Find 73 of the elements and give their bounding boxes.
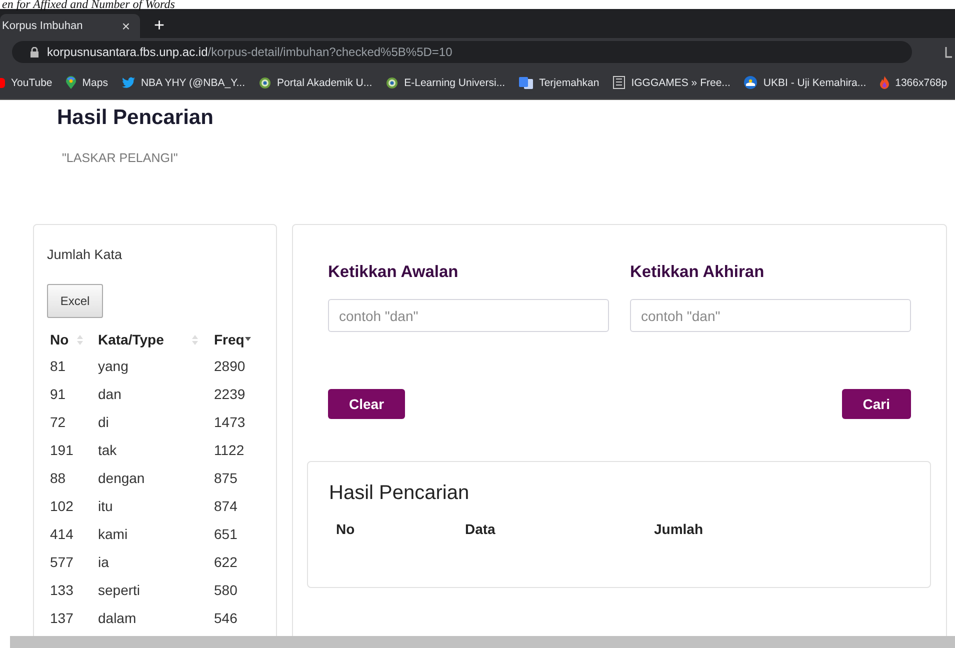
number-cell: 414 — [50, 526, 74, 542]
frequency-cell: 546 — [214, 610, 238, 626]
bookmark-link[interactable]: 1366x768p — [880, 76, 948, 89]
number-cell: 577 — [50, 554, 74, 570]
close-tab-icon[interactable]: × — [122, 18, 130, 34]
number-cell: 91 — [50, 386, 66, 402]
number-cell: 81 — [50, 358, 66, 374]
word-cell: yang — [98, 358, 128, 374]
text-field[interactable]: contoh "dan" — [328, 299, 609, 332]
results-title: Hasil Pencarian — [329, 482, 470, 505]
bookmark-link[interactable]: YouTube — [0, 76, 52, 88]
frequency-cell: 2239 — [214, 386, 246, 402]
text-field[interactable]: contoh "dan" — [630, 299, 911, 332]
bird-icon — [122, 77, 135, 88]
globe-icon — [744, 76, 758, 89]
frequency-cell: 875 — [214, 470, 238, 486]
column-header: No — [336, 521, 356, 537]
field-label: Ketikkan Awalan — [328, 263, 460, 282]
column-header: Jumlah — [654, 521, 704, 537]
word-cell: ia — [98, 554, 109, 570]
frequency-cell: 2890 — [214, 358, 246, 374]
bookmark-link[interactable]: Portal Akademik U... — [259, 76, 372, 88]
browser-tab[interactable]: Korpus Imbuhan × — [0, 14, 140, 38]
bookmark-link[interactable]: IGGGAMES » Free... — [613, 76, 730, 89]
word-cell: dan — [98, 386, 122, 402]
column-header[interactable]: No — [50, 332, 69, 348]
word-cell: dalam — [98, 610, 136, 626]
flame-icon — [880, 76, 890, 89]
word-cell: tak — [98, 442, 117, 458]
bookmark-link[interactable]: E-Learning Universi... — [386, 76, 506, 88]
word-cell: itu — [98, 498, 113, 514]
word-cell: kami — [98, 526, 128, 542]
lock-icon — [30, 46, 39, 58]
number-cell: 88 — [50, 470, 66, 486]
bookmark-link[interactable]: Terjemahkan — [519, 76, 600, 88]
play-icon — [0, 76, 5, 88]
column-header: Data — [465, 521, 496, 537]
number-cell: 72 — [50, 414, 66, 430]
frequency-cell: 1122 — [214, 442, 244, 458]
emblem-icon — [386, 76, 398, 88]
number-cell: 102 — [50, 498, 74, 514]
emblem-icon — [259, 76, 271, 88]
translate-icon — [519, 76, 534, 88]
word-cell: seperti — [98, 582, 140, 598]
extension-icon[interactable] — [945, 46, 952, 58]
number-cell: 133 — [50, 582, 74, 598]
number-cell: 137 — [50, 610, 74, 626]
sort-icon[interactable] — [245, 337, 252, 342]
page-title: Hasil Pencarian — [57, 106, 214, 130]
frequency-cell: 580 — [214, 582, 238, 598]
scrollbar[interactable] — [10, 636, 955, 648]
frequency-cell: 874 — [214, 498, 238, 514]
new-tab-button[interactable]: + — [154, 14, 165, 36]
map-pin-icon — [66, 76, 76, 89]
search-button[interactable]: Cari — [842, 389, 911, 419]
frequency-cell: 622 — [214, 554, 238, 570]
word-cell: di — [98, 414, 109, 430]
document-icon — [613, 76, 626, 89]
search-query: "LASKAR PELANGI" — [62, 151, 179, 165]
bookmark-link[interactable]: NBA YHY (@NBA_Y... — [122, 76, 245, 88]
excel-button[interactable]: Excel — [47, 284, 103, 318]
panel-title: Jumlah Kata — [47, 247, 124, 262]
column-header[interactable]: Kata/Type — [98, 332, 164, 348]
clear-button[interactable]: Clear — [328, 389, 406, 419]
column-header[interactable]: Freq — [214, 332, 244, 348]
word-cell: dengan — [98, 470, 145, 486]
bookmark-link[interactable]: Maps — [66, 76, 108, 89]
frequency-cell: 1473 — [214, 414, 246, 430]
frequency-cell: 651 — [214, 526, 238, 542]
address-bar[interactable]: korpusnusantara.fbs.unp.ac.id/korpus-detail/imbuhan?checked%5B%5D=10 — [12, 41, 912, 63]
field-label: Ketikkan Akhiran — [630, 263, 766, 282]
bookmark-link[interactable]: UKBI - Uji Kemahira... — [744, 76, 866, 89]
number-cell: 191 — [50, 442, 74, 458]
